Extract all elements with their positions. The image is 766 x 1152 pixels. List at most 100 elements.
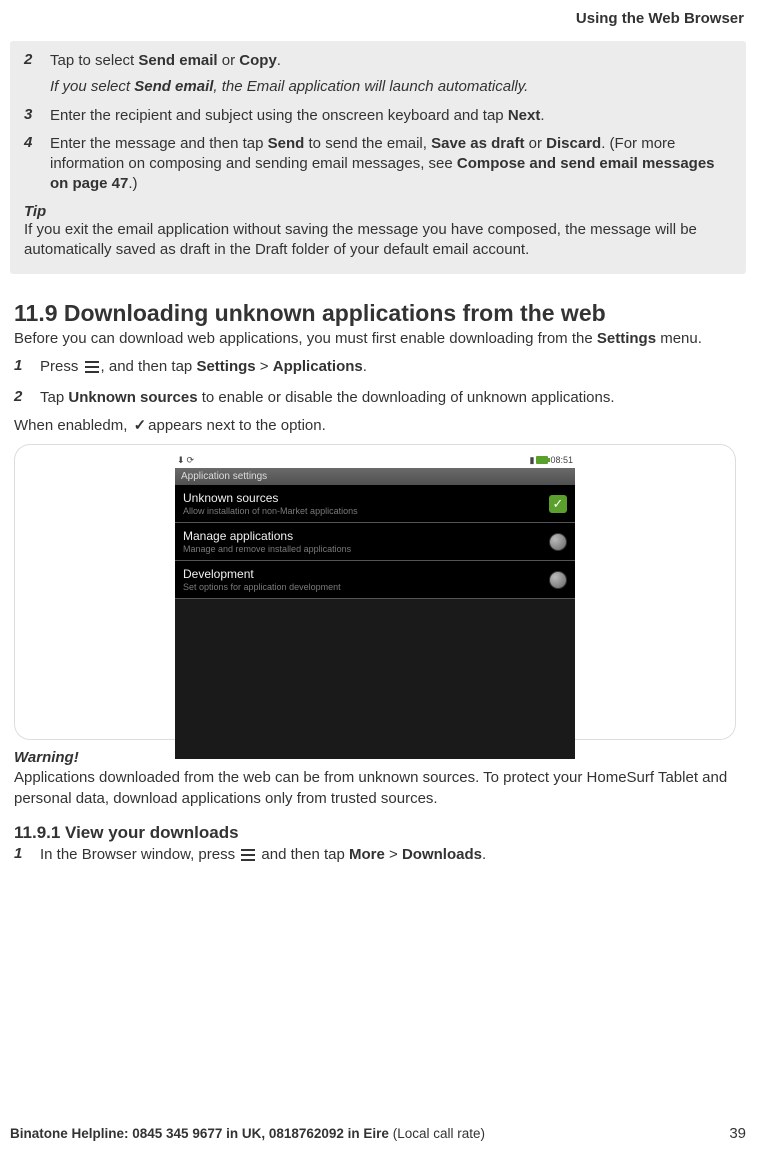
phone-empty-area [175,599,575,759]
battery-icon [536,456,548,464]
step: 2 Tap Unknown sources to enable or disabl… [14,388,736,408]
text-run: Discard [546,135,601,152]
text-run: > [256,358,273,375]
chevron-knob-icon[interactable] [549,571,567,589]
step: 2Tap to select Send email or Copy.If you… [24,51,736,98]
phone-screen: ⬇ ⟳ ▮ 08:51 Application settings Unknown… [175,452,575,732]
text-run: and then tap [257,846,349,863]
step-number: 1 [14,357,30,374]
phone-titlebar: Application settings [175,468,575,485]
step-number: 3 [24,106,40,123]
text-run: appears next to the option. [148,417,326,434]
section-11-9-steps: 1 Press , and then tap Settings > Applica… [14,357,736,408]
step-body: Enter the message and then tap Send to s… [50,134,736,195]
text-run: Applications [273,358,363,375]
text-run: Downloads [402,846,482,863]
embedded-screenshot: ⬇ ⟳ ▮ 08:51 Application settings Unknown… [14,444,736,740]
step-body: Tap Unknown sources to enable or disable… [40,388,736,408]
status-icons-left: ⬇ ⟳ [177,455,194,466]
content-area: 11.9 Downloading unknown applications fr… [10,280,746,867]
settings-row-subtitle: Manage and remove installed applications [183,544,351,554]
page-footer: Binatone Helpline: 0845 345 9677 in UK, … [10,1125,746,1142]
text-run: Send email [134,78,213,95]
step-body: Tap to select Send email or Copy.If you … [50,51,736,98]
chevron-knob-icon[interactable] [549,533,567,551]
settings-row-title: Development [183,567,341,581]
footer-helpline-bold: Binatone Helpline: 0845 345 9677 in UK, … [10,1126,393,1141]
app-settings-list: Unknown sourcesAllow installation of non… [175,485,575,599]
step-body: Press , and then tap Settings > Applicat… [40,357,736,379]
text-run: Tap to select [50,52,138,69]
status-bar: ⬇ ⟳ ▮ 08:51 [175,452,575,468]
text-run: Enter the message and then tap [50,135,268,152]
text-run: Save as draft [431,135,524,152]
settings-row-title: Unknown sources [183,491,358,505]
step-number: 1 [14,845,30,862]
section-11-9-1-heading: 11.9.1 View your downloads [14,823,736,843]
checkbox-checked-icon[interactable]: ✓ [549,495,567,513]
text-run: Send [268,135,305,152]
text-run: Tap [40,389,68,406]
warning-block: Warning! Applications downloaded from th… [14,748,736,809]
step: 4 Enter the message and then tap Send to … [24,134,736,195]
text-run: In the Browser window, press [40,846,239,863]
text-run: Next [508,107,541,124]
tip-label: Tip [24,203,736,220]
signal-icon: ▮ [530,455,535,466]
text-run: . [482,846,486,863]
settings-row-subtitle: Set options for application development [183,582,341,592]
text-run: . [277,52,281,69]
text-run: Settings [196,358,255,375]
step-body: Enter the recipient and subject using th… [50,106,736,126]
sync-icon: ⟳ [187,455,195,466]
step-body: In the Browser window, press and then ta… [40,845,736,867]
menu-icon [85,359,99,379]
settings-row-text: Unknown sourcesAllow installation of non… [183,491,358,516]
text-run: Enter the recipient and subject using th… [50,107,508,124]
section-11-9-intro: Before you can download web applications… [14,329,736,349]
text-run: When enabledm, [14,417,132,434]
step-number: 2 [14,388,30,405]
step: 1 Press , and then tap Settings > Applica… [14,357,736,379]
settings-row-unknown-sources[interactable]: Unknown sourcesAllow installation of non… [175,485,575,523]
tip-body: If you exit the email application withou… [24,220,736,261]
settings-row-text: DevelopmentSet options for application d… [183,567,341,592]
section-11-9-heading: 11.9 Downloading unknown applications fr… [14,300,736,327]
step: 3 Enter the recipient and subject using t… [24,106,736,126]
footer-helpline-rate: (Local call rate) [393,1126,485,1141]
status-icons-right: ▮ 08:51 [530,455,573,466]
text-run: Send email [138,52,217,69]
text-run: Settings [597,330,656,347]
text-run: menu. [656,330,702,347]
settings-row-subtitle: Allow installation of non-Market applica… [183,506,358,516]
instruction-box: 2Tap to select Send email or Copy.If you… [10,41,746,274]
text-run: , the Email application will launch auto… [213,78,528,95]
step: 1 In the Browser window, press and then t… [14,845,736,867]
text-run: . [540,107,544,124]
settings-row-development[interactable]: DevelopmentSet options for application d… [175,561,575,599]
check-icon: ✓ [134,416,147,436]
page-header: Using the Web Browser [10,10,746,27]
settings-row-title: Manage applications [183,529,351,543]
text-run: Press [40,358,83,375]
text-run: Unknown sources [68,389,197,406]
text-run: , and then tap [101,358,197,375]
text-run: Before you can download web applications… [14,330,597,347]
settings-row-text: Manage applicationsManage and remove ins… [183,529,351,554]
settings-row-manage-apps[interactable]: Manage applicationsManage and remove ins… [175,523,575,561]
step-number: 4 [24,134,40,151]
text-run: or [524,135,546,152]
box-steps-list: 2Tap to select Send email or Copy.If you… [24,51,736,195]
step-note: If you select Send email, the Email appl… [50,77,736,97]
warning-body: Applications downloaded from the web can… [14,769,727,806]
text-run: More [349,846,385,863]
text-run: to send the email, [304,135,431,152]
section-11-9-1-steps: 1 In the Browser window, press and then t… [14,845,736,867]
download-icon: ⬇ [177,455,185,466]
text-run: . [363,358,367,375]
text-run: .) [128,175,137,192]
text-run: Copy [239,52,277,69]
status-time: 08:51 [550,455,573,465]
when-enabled-note: When enabledm, ✓appears next to the opti… [14,416,736,436]
text-run: > [385,846,402,863]
